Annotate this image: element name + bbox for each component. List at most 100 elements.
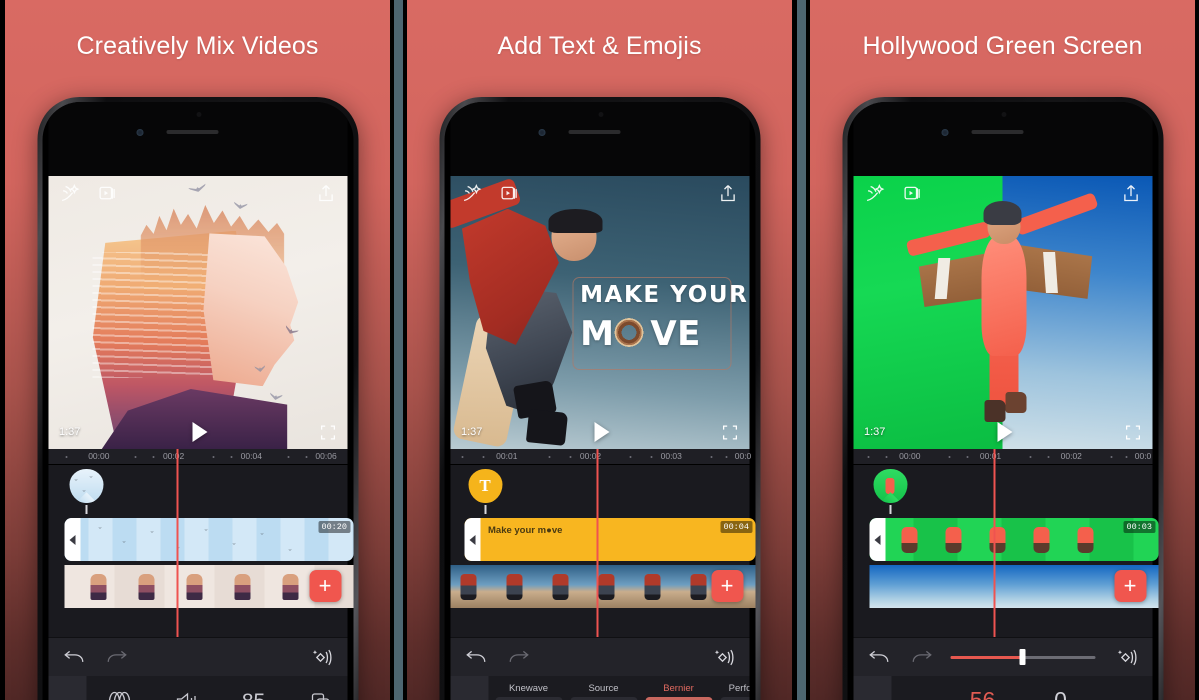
- undo-icon[interactable]: [465, 650, 486, 665]
- video-layers-icon[interactable]: [499, 183, 520, 204]
- earpiece-speaker-icon: [166, 130, 218, 134]
- fullscreen-icon[interactable]: [1124, 424, 1141, 441]
- font-tray-2: « Knewave Abc Source Abc Bernier: [450, 676, 749, 700]
- front-camera-icon: [941, 129, 948, 136]
- clip-duration-badge: 00:03: [1123, 521, 1155, 533]
- magic-wand-icon[interactable]: [461, 183, 482, 204]
- opacity-value: 85: [220, 687, 287, 700]
- undo-icon[interactable]: [63, 650, 84, 665]
- tool-audio[interactable]: Audio: [153, 687, 220, 700]
- app-store-screenshot-set: Creatively Mix Videos 1:37 00:00 00:02 0…: [0, 0, 1199, 700]
- video-top-toolbar-2: [450, 176, 749, 210]
- playhead-1[interactable]: [176, 449, 179, 637]
- slider-knob[interactable]: [1019, 649, 1026, 665]
- blending-icon: [311, 692, 330, 700]
- play-icon[interactable]: [192, 422, 208, 442]
- magic-effects-icon[interactable]: [308, 647, 332, 668]
- collapse-tray-button-2[interactable]: «: [450, 676, 488, 700]
- play-icon[interactable]: [997, 422, 1013, 442]
- timeline-ruler-3: 00:00 00:01 00:02 00:0: [853, 449, 1152, 465]
- tool-opacity[interactable]: 85 Opacity: [220, 687, 287, 700]
- add-clip-button-2[interactable]: +: [711, 570, 743, 602]
- green-screen-marker-thumbnail: [873, 469, 907, 503]
- overlay-text-line1: MAKE YOUR: [580, 282, 749, 309]
- text-clip-marker[interactable]: T: [468, 469, 502, 514]
- clip-marker-3[interactable]: [873, 469, 907, 514]
- timeline-2[interactable]: 00:01 00:02 00:03 00:0 T Make your m●ve …: [450, 449, 755, 637]
- clip-trim-handle[interactable]: [64, 518, 80, 561]
- control-bar-1: [48, 637, 347, 676]
- video-duration-1: 1:37: [59, 426, 81, 438]
- share-icon[interactable]: [717, 183, 738, 204]
- collapse-tray-button-1[interactable]: ‹: [48, 676, 86, 700]
- tool-blending[interactable]: Blending: [287, 687, 347, 700]
- undo-icon[interactable]: [868, 650, 889, 665]
- phone-mockup-3: 1:37 00:00 00:01 00:02 00:0 00:03 + 56 0: [842, 97, 1163, 700]
- front-camera-icon: [136, 129, 143, 136]
- redo-icon[interactable]: [106, 650, 127, 665]
- tool-filters[interactable]: Filters: [86, 687, 153, 700]
- video-layers-icon[interactable]: [902, 183, 923, 204]
- phone-mockup-1: 1:37 00:00 00:02 00:04 00:06 00:20 +: [37, 97, 358, 700]
- filters-icon: [108, 691, 131, 700]
- magic-effects-icon[interactable]: [710, 647, 734, 668]
- add-clip-button-1[interactable]: +: [309, 570, 341, 602]
- tool-list-1: Filters Audio 85 Opacity: [86, 676, 347, 700]
- share-icon[interactable]: [1120, 183, 1141, 204]
- value-spread[interactable]: 0 Spread: [1022, 689, 1100, 700]
- font-option-knewave[interactable]: Knewave Abc: [491, 683, 566, 700]
- audio-icon: [176, 692, 196, 700]
- value-threshold[interactable]: 56 Threshold: [944, 689, 1022, 700]
- earpiece-speaker-icon: [568, 130, 620, 134]
- panel-title-2: Add Text & Emojis: [497, 32, 702, 60]
- playhead-2[interactable]: [596, 449, 599, 637]
- value-tray-3: « 56 Threshold 0 Spread: [853, 676, 1152, 700]
- threshold-slider[interactable]: [950, 649, 1095, 665]
- panel-title-1: Creatively Mix Videos: [76, 32, 319, 60]
- video-preview-3[interactable]: 1:37: [853, 176, 1152, 449]
- font-option-source[interactable]: Source Abc: [566, 683, 641, 700]
- video-bottom-toolbar-2: 1:37: [450, 415, 749, 449]
- clip-trim-handle[interactable]: [464, 518, 480, 561]
- playhead-3[interactable]: [993, 449, 996, 637]
- threshold-value: 56: [969, 687, 996, 700]
- magic-effects-icon[interactable]: [1113, 647, 1137, 668]
- timeline-1[interactable]: 00:00 00:02 00:04 00:06 00:20 +: [48, 449, 353, 637]
- video-preview-1[interactable]: 1:37: [48, 176, 347, 449]
- share-icon[interactable]: [315, 183, 336, 204]
- font-list: Knewave Abc Source Abc Bernier ABC: [488, 676, 749, 700]
- timeline-clip-green[interactable]: 00:03: [869, 518, 1158, 561]
- add-clip-button-3[interactable]: +: [1114, 570, 1146, 602]
- panel-green-screen: Hollywood Green Screen 1:37 00:00 00:01 …: [806, 0, 1199, 700]
- tool-tray-1: ‹ Filters Audio 85: [48, 676, 347, 700]
- proximity-sensor-icon: [598, 112, 603, 117]
- earpiece-speaker-icon: [971, 130, 1023, 134]
- video-preview-2[interactable]: MAKE YOUR M VE 1:37: [450, 176, 749, 449]
- font-option-bernier[interactable]: Bernier ABC: [641, 683, 716, 700]
- clip-trim-handle[interactable]: [869, 518, 885, 561]
- marker-letter: T: [479, 476, 491, 495]
- redo-icon[interactable]: [911, 650, 932, 665]
- proximity-sensor-icon: [1001, 112, 1006, 117]
- double-exposure-artwork: [48, 176, 347, 449]
- fullscreen-icon[interactable]: [721, 424, 738, 441]
- collapse-tray-button-3[interactable]: «: [853, 676, 891, 700]
- timeline-clip-birds[interactable]: 00:20: [64, 518, 353, 561]
- font-option-perfograma[interactable]: Perfograma ABC: [716, 683, 749, 700]
- play-icon[interactable]: [594, 422, 610, 442]
- redo-icon[interactable]: [508, 650, 529, 665]
- timeline-clip-text[interactable]: Make your m●ve 00:04: [464, 518, 755, 561]
- timeline-ruler-2: 00:01 00:02 00:03 00:0: [450, 449, 751, 465]
- magic-wand-icon[interactable]: [59, 183, 80, 204]
- video-bottom-toolbar-3: 1:37: [853, 415, 1152, 449]
- fullscreen-icon[interactable]: [319, 424, 336, 441]
- timeline-clip-skate[interactable]: [450, 565, 755, 608]
- timeline-3[interactable]: 00:00 00:01 00:02 00:0 00:03 +: [853, 449, 1158, 637]
- clip-marker-1[interactable]: [69, 469, 103, 514]
- slider-fill: [950, 656, 1023, 659]
- video-layers-icon[interactable]: [97, 183, 118, 204]
- magic-wand-icon[interactable]: [864, 183, 885, 204]
- text-clip-label: Make your m●ve: [488, 525, 563, 536]
- panel-separator-1: [394, 0, 403, 700]
- video-bottom-toolbar-1: 1:37: [48, 415, 347, 449]
